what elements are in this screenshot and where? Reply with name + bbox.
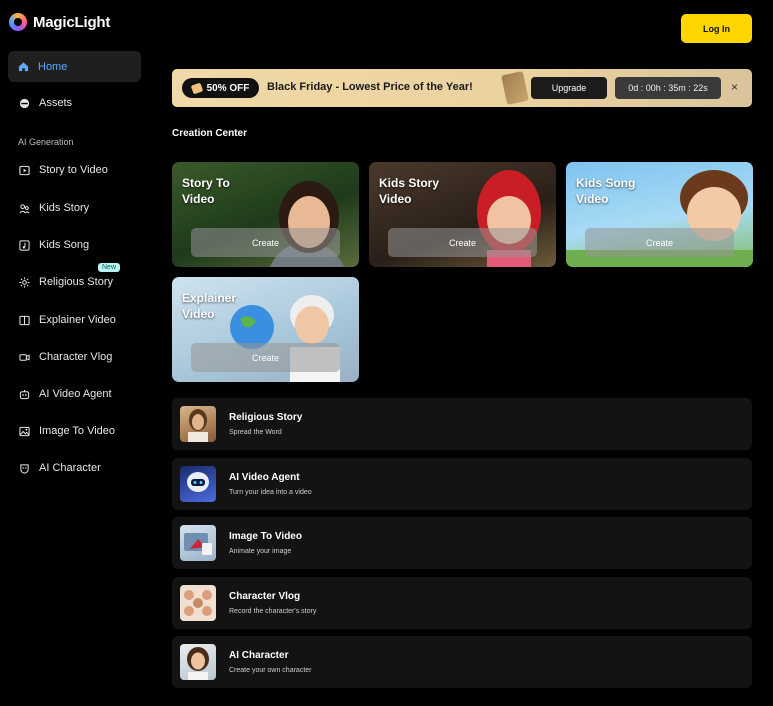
new-badge: New	[98, 263, 121, 272]
sidebar-item-label: Story to Video	[39, 164, 108, 176]
sidebar-item-label: Assets	[39, 97, 73, 109]
sidebar-item-kids-story[interactable]: Kids Story	[8, 194, 141, 222]
tag-icon	[190, 82, 203, 94]
card-kids-song-video[interactable]: Kids Song Video Create	[566, 162, 753, 267]
tool-religious-story[interactable]: Religious Story Spread the Word	[172, 398, 752, 450]
character-icon	[19, 463, 30, 474]
sidebar-item-kids-song[interactable]: Kids Song	[8, 231, 141, 259]
tool-title: Image To Video	[229, 531, 302, 542]
tool-ai-video-agent[interactable]: AI Video Agent Turn your idea into a vid…	[172, 458, 752, 510]
tool-subtitle: Record the character's story	[229, 608, 317, 615]
discount-label: 50% OFF	[206, 82, 250, 94]
card-title: Kids Song Video	[576, 176, 636, 206]
sidebar-item-label: Character Vlog	[39, 351, 113, 363]
tool-subtitle: Turn your idea into a video	[229, 489, 312, 496]
sidebar-item-image-to-video[interactable]: Image To Video	[8, 417, 141, 445]
sidebar-item-assets[interactable]: Assets	[8, 89, 141, 117]
magiclight-logo-icon	[9, 13, 27, 31]
card-title: Story To Video	[182, 176, 230, 206]
sidebar-item-ai-character[interactable]: AI Character	[8, 454, 141, 482]
tool-ai-character[interactable]: AI Character Create your own character	[172, 636, 752, 688]
play-square-icon	[19, 165, 30, 176]
sidebar-item-ai-video-agent[interactable]: AI Video Agent	[8, 380, 141, 408]
card-title: Kids Story Video	[379, 176, 440, 206]
sidebar-item-religious-story[interactable]: Religious Story	[8, 268, 141, 296]
sidebar-item-label: Kids Song	[39, 239, 90, 251]
sparkle-icon	[19, 276, 30, 288]
sidebar-section-label: AI Generation	[18, 137, 74, 147]
assets-icon	[19, 98, 30, 109]
sidebar-item-label: Image To Video	[39, 425, 116, 437]
image-to-video-thumbnail	[180, 525, 216, 561]
card-explainer-video[interactable]: Explainer Video Create	[172, 277, 359, 382]
sidebar: MagicLight Home Assets AI Generation Sto…	[0, 0, 152, 706]
religious-story-thumbnail	[180, 406, 216, 442]
sidebar-item-home[interactable]: Home	[8, 51, 141, 82]
tool-subtitle: Create your own character	[229, 667, 312, 674]
countdown-timer: 0d : 00h : 35m : 22s	[615, 77, 721, 99]
home-icon	[18, 61, 29, 72]
create-button[interactable]: Create	[388, 228, 537, 257]
sidebar-item-label: AI Character	[39, 462, 101, 474]
card-story-to-video[interactable]: Story To Video Create	[172, 162, 359, 267]
book-icon	[19, 315, 30, 326]
tool-title: Character Vlog	[229, 591, 301, 602]
image-icon	[19, 426, 30, 437]
card-title: Explainer Video	[182, 291, 237, 321]
promo-banner: 50% OFF Black Friday - Lowest Price of t…	[172, 69, 752, 107]
tool-subtitle: Animate your image	[229, 548, 292, 555]
tool-title: Religious Story	[229, 412, 303, 423]
sidebar-item-story-to-video[interactable]: Story to Video	[8, 156, 141, 184]
sidebar-item-label: Explainer Video	[39, 314, 116, 326]
tool-title: AI Character	[229, 650, 289, 661]
music-note-icon	[19, 239, 30, 251]
tool-title: AI Video Agent	[229, 472, 300, 483]
gift-decoration-icon	[501, 71, 529, 105]
video-camera-icon	[19, 352, 30, 363]
kids-icon	[19, 203, 30, 214]
tool-subtitle: Spread the Word	[229, 429, 282, 436]
promo-text: Black Friday - Lowest Price of the Year!	[267, 81, 473, 93]
tool-image-to-video[interactable]: Image To Video Animate your image	[172, 517, 752, 569]
create-button[interactable]: Create	[585, 228, 734, 257]
sidebar-item-character-vlog[interactable]: Character Vlog	[8, 343, 141, 371]
sidebar-item-label: AI Video Agent	[39, 388, 112, 400]
sidebar-item-label: Religious Story	[39, 276, 113, 288]
creation-center-title: Creation Center	[172, 128, 248, 139]
tool-character-vlog[interactable]: Character Vlog Record the character's st…	[172, 577, 752, 629]
sidebar-item-explainer-video[interactable]: Explainer Video	[8, 306, 141, 334]
create-button[interactable]: Create	[191, 228, 340, 257]
create-button[interactable]: Create	[191, 343, 340, 372]
character-vlog-thumbnail	[180, 585, 216, 621]
ai-character-thumbnail	[180, 644, 216, 680]
close-icon[interactable]: ×	[731, 80, 738, 94]
brand[interactable]: MagicLight	[9, 13, 110, 31]
sidebar-item-label: Home	[38, 60, 68, 73]
brand-name: MagicLight	[33, 13, 111, 31]
discount-badge: 50% OFF	[182, 78, 259, 98]
ai-video-agent-thumbnail	[180, 466, 216, 502]
card-kids-story-video[interactable]: Kids Story Video Create	[369, 162, 556, 267]
upgrade-button[interactable]: Upgrade	[531, 77, 607, 99]
sidebar-item-label: Kids Story	[39, 202, 90, 214]
login-button[interactable]: Log In	[681, 14, 752, 43]
robot-icon	[19, 389, 30, 400]
